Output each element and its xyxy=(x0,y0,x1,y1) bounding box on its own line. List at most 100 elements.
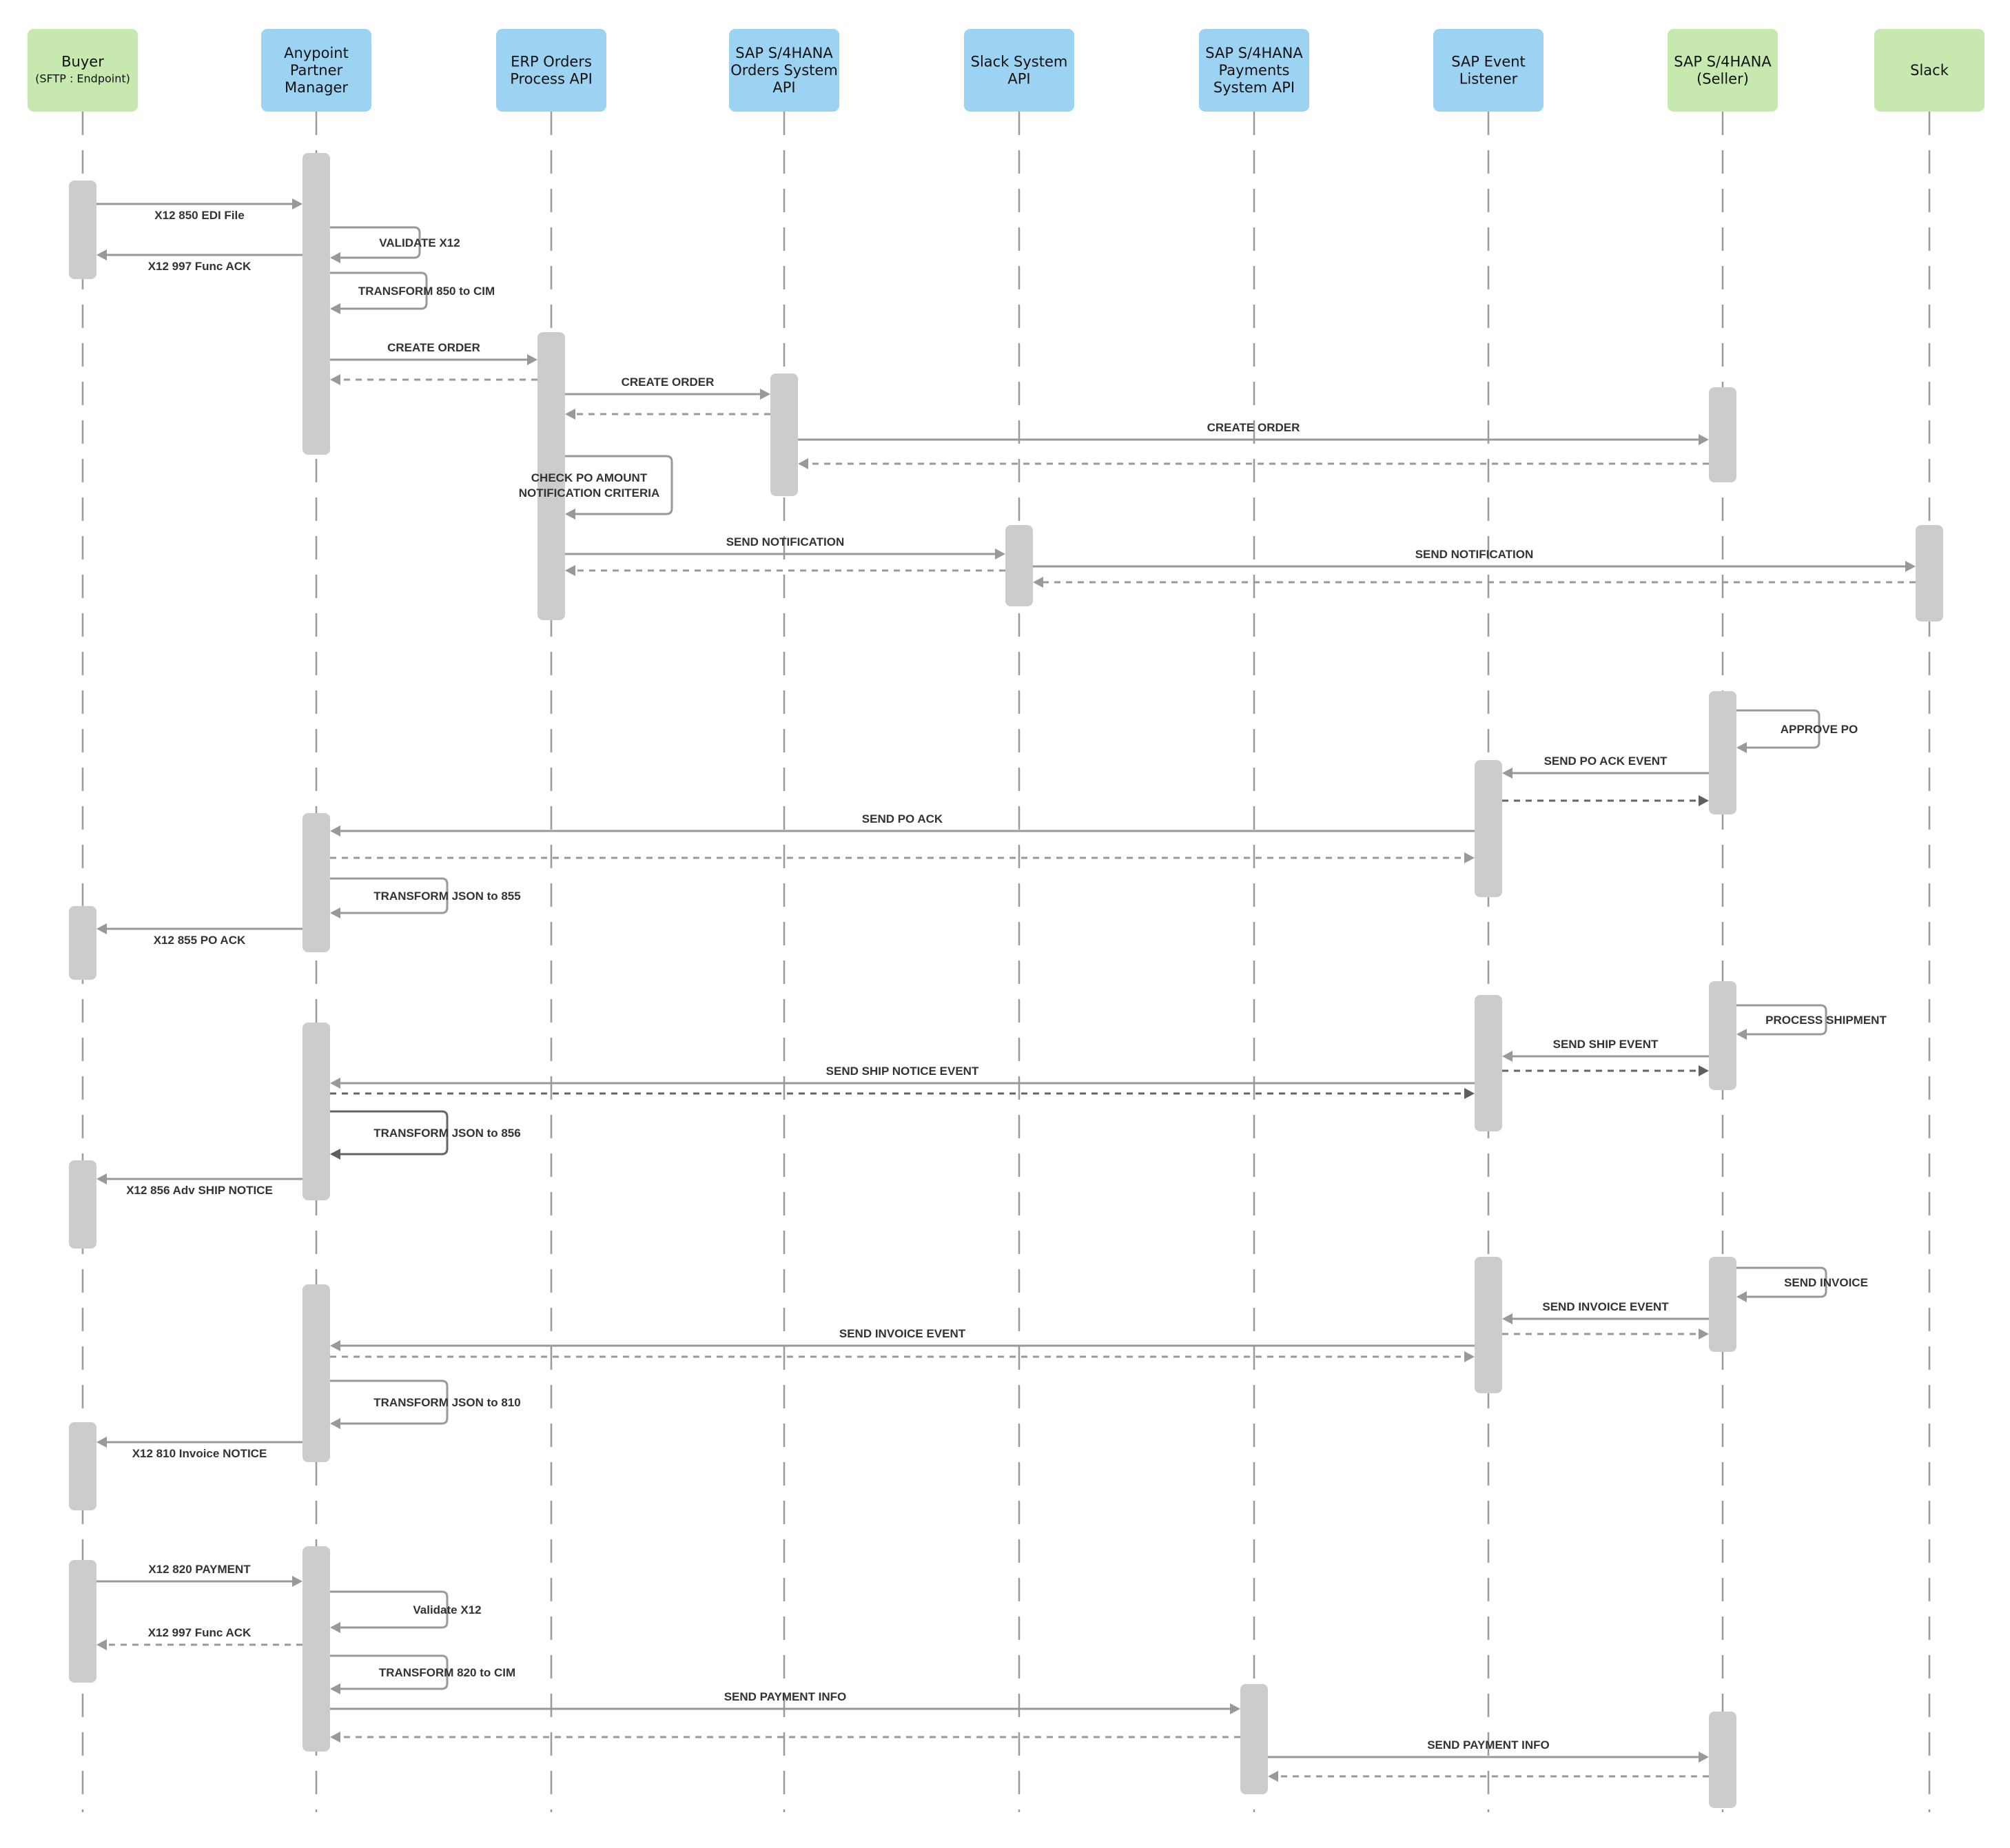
message[interactable]: SEND NOTIFICATION xyxy=(1033,548,1916,572)
participant-label: (Seller) xyxy=(1696,71,1749,88)
activation-bar-sap_seller xyxy=(1709,1257,1736,1352)
self-message[interactable]: TRANSFORM JSON to 856 xyxy=(330,1110,521,1160)
messages: X12 850 EDI File VALIDATE X12 X12 997 Func… xyxy=(96,198,1916,1782)
participant-buyer[interactable]: Buyer (SFTP : Endpoint) xyxy=(28,29,138,112)
participant-apm[interactable]: AnypointPartnerManager xyxy=(261,29,371,112)
arrowhead-icon xyxy=(995,548,1005,559)
self-message[interactable]: VALIDATE X12 xyxy=(330,226,460,263)
message-label: SEND SHIP EVENT xyxy=(1553,1038,1659,1051)
arrowhead-icon xyxy=(1905,561,1916,572)
arrowhead-icon xyxy=(96,249,107,260)
activation-bar-buyer xyxy=(69,1160,96,1249)
self-message[interactable]: TRANSFORM JSON to 810 xyxy=(330,1379,521,1429)
participant-sublabel: (SFTP : Endpoint) xyxy=(35,72,130,85)
arrowhead-icon xyxy=(330,907,340,918)
arrowhead-icon xyxy=(1699,795,1709,806)
message[interactable]: X12 856 Adv SHIP NOTICE xyxy=(96,1173,302,1197)
message[interactable]: X12 850 EDI File xyxy=(96,198,302,222)
message[interactable]: SEND NOTIFICATION xyxy=(565,535,1005,559)
arrowhead-icon xyxy=(330,825,340,836)
return-message[interactable] xyxy=(1033,577,1916,588)
return-message[interactable] xyxy=(330,374,537,385)
activation-bar-buyer xyxy=(69,181,96,279)
arrowhead-icon xyxy=(96,1639,107,1650)
arrowhead-icon xyxy=(292,1576,302,1587)
message[interactable]: CREATE ORDER xyxy=(565,376,770,400)
message-label: Validate X12 xyxy=(413,1603,481,1616)
message-label: X12 997 Func ACK xyxy=(148,260,252,273)
message-label: SEND NOTIFICATION xyxy=(1415,548,1534,561)
arrowhead-icon xyxy=(330,1683,340,1694)
message-label: CREATE ORDER xyxy=(622,376,715,389)
self-loop-line xyxy=(565,455,673,515)
return-message[interactable]: X12 997 Func ACK xyxy=(96,1626,302,1650)
message-label: VALIDATE X12 xyxy=(379,236,460,249)
return-message[interactable] xyxy=(1502,795,1709,806)
self-message[interactable]: SEND INVOICE xyxy=(1736,1266,1868,1302)
arrowhead-icon xyxy=(565,509,575,520)
self-message[interactable]: TRANSFORM 820 to CIM xyxy=(330,1654,515,1694)
message[interactable]: X12 997 Func ACK xyxy=(96,249,302,273)
arrowhead-icon xyxy=(330,1732,340,1743)
arrowhead-icon xyxy=(1736,742,1747,753)
return-message[interactable] xyxy=(1502,1065,1709,1076)
message-label: SEND PAYMENT INFO xyxy=(724,1690,847,1703)
return-message[interactable] xyxy=(565,565,1005,576)
message[interactable]: SEND INVOICE EVENT xyxy=(330,1327,1475,1351)
message-label: PROCESS SHIPMENT xyxy=(1765,1014,1887,1027)
message-label: APPROVE PO xyxy=(1781,723,1858,736)
participant-box xyxy=(28,29,138,112)
message-label: CREATE ORDER xyxy=(1207,421,1300,434)
return-message[interactable] xyxy=(330,1732,1240,1743)
return-message[interactable] xyxy=(330,1088,1475,1099)
participant-label: Payments xyxy=(1219,62,1290,79)
return-message[interactable] xyxy=(330,1351,1475,1362)
message[interactable]: X12 820 PAYMENT xyxy=(96,1563,302,1587)
participant-sap_orders[interactable]: SAP S/4HANAOrders SystemAPI xyxy=(729,29,839,112)
message[interactable]: SEND PO ACK xyxy=(330,812,1475,836)
participant-sap_listener[interactable]: SAP EventListener xyxy=(1433,29,1544,112)
message[interactable]: SEND SHIP EVENT xyxy=(1502,1038,1709,1062)
participant-label: Listener xyxy=(1459,71,1518,88)
arrowhead-icon xyxy=(1268,1771,1278,1782)
arrowhead-icon xyxy=(565,409,575,420)
message[interactable]: X12 810 Invoice NOTICE xyxy=(96,1437,302,1460)
participant-slack[interactable]: Slack xyxy=(1874,29,1985,112)
message[interactable]: SEND INVOICE EVENT xyxy=(1502,1300,1709,1324)
participant-sap_payments[interactable]: SAP S/4HANAPaymentsSystem API xyxy=(1199,29,1309,112)
participant-slack_api[interactable]: Slack SystemAPI xyxy=(964,29,1074,112)
arrowhead-icon xyxy=(330,303,340,314)
self-message[interactable]: TRANSFORM JSON to 855 xyxy=(330,877,521,918)
arrowhead-icon xyxy=(1699,1328,1709,1339)
message[interactable]: CREATE ORDER xyxy=(330,341,537,365)
self-message[interactable]: Validate X12 xyxy=(330,1590,482,1633)
return-message[interactable] xyxy=(565,409,770,420)
message-label: SEND INVOICE EVENT xyxy=(839,1327,966,1340)
message[interactable]: SEND PAYMENT INFO xyxy=(330,1690,1240,1714)
return-message[interactable] xyxy=(1502,1328,1709,1339)
return-message[interactable] xyxy=(330,852,1475,863)
activation-bar-sap_seller xyxy=(1709,1712,1736,1808)
activation-bar-apm xyxy=(302,1284,330,1462)
arrowhead-icon xyxy=(1736,1291,1747,1302)
self-message[interactable]: TRANSFORM 850 to CIM xyxy=(330,271,495,314)
message[interactable]: X12 855 PO ACK xyxy=(96,923,302,947)
message[interactable]: SEND PAYMENT INFO xyxy=(1268,1738,1709,1763)
activation-bar-sap_listener xyxy=(1475,1257,1502,1393)
participant-sap_seller[interactable]: SAP S/4HANA(Seller) xyxy=(1668,29,1778,112)
lifelines xyxy=(81,112,1931,1812)
activation-bars xyxy=(69,153,1943,1808)
arrowhead-icon xyxy=(330,1078,340,1089)
self-message[interactable]: PROCESS SHIPMENT xyxy=(1736,1004,1887,1040)
arrowhead-icon xyxy=(96,1173,107,1184)
participant-label: Slack System xyxy=(971,54,1068,70)
participant-label: Anypoint xyxy=(284,45,349,61)
self-message[interactable]: APPROVE PO xyxy=(1736,709,1858,753)
arrowhead-icon xyxy=(760,389,770,400)
message[interactable]: SEND SHIP NOTICE EVENT xyxy=(330,1065,1475,1089)
message[interactable]: SEND PO ACK EVENT xyxy=(1502,754,1709,779)
participant-erp[interactable]: ERP OrdersProcess API xyxy=(496,29,606,112)
arrowhead-icon xyxy=(1230,1703,1240,1714)
activation-bar-slack xyxy=(1916,525,1943,622)
arrowhead-icon xyxy=(1464,1351,1475,1362)
